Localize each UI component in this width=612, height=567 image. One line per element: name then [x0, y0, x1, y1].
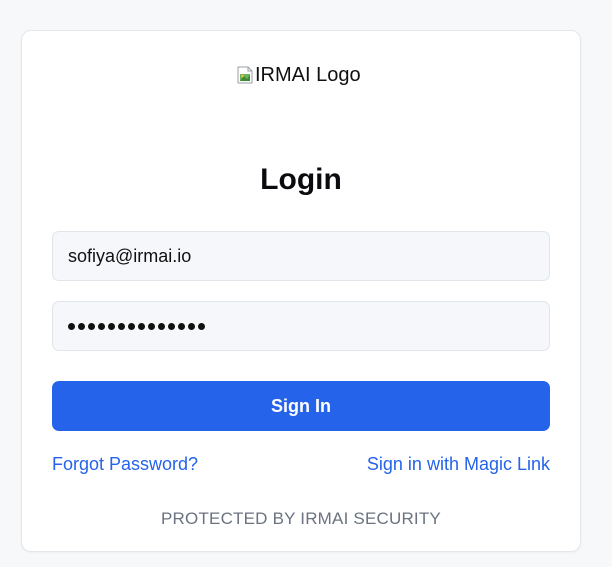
password-field[interactable]	[52, 301, 550, 351]
password-mask-dot	[178, 322, 185, 330]
password-mask-dot	[158, 322, 165, 330]
password-mask	[68, 322, 205, 330]
password-mask-dot	[128, 322, 135, 330]
login-card: IRMAI Logo Login sofiya@irmai.io Sign In…	[21, 30, 581, 552]
forgot-password-link[interactable]: Forgot Password?	[52, 454, 198, 475]
password-mask-dot	[98, 322, 105, 330]
sign-in-button[interactable]: Sign In	[52, 381, 550, 431]
password-mask-dot	[168, 322, 175, 330]
password-mask-dot	[78, 322, 85, 330]
logo: IRMAI Logo	[237, 61, 361, 89]
broken-image-icon	[237, 66, 253, 84]
password-mask-dot	[188, 322, 195, 330]
page-title: Login	[260, 163, 342, 196]
password-mask-dot	[108, 322, 115, 330]
password-mask-dot	[198, 322, 205, 330]
password-mask-dot	[88, 322, 95, 330]
password-mask-dot	[138, 322, 145, 330]
magic-link-signin-link[interactable]: Sign in with Magic Link	[367, 454, 550, 475]
email-value: sofiya@irmai.io	[68, 245, 192, 266]
password-mask-dot	[68, 322, 75, 330]
security-footer: PROTECTED BY IRMAI SECURITY	[161, 509, 441, 528]
logo-alt-text: IRMAI Logo	[255, 63, 361, 86]
password-mask-dot	[118, 322, 125, 330]
password-mask-dot	[148, 322, 155, 330]
email-field[interactable]: sofiya@irmai.io	[52, 231, 550, 281]
